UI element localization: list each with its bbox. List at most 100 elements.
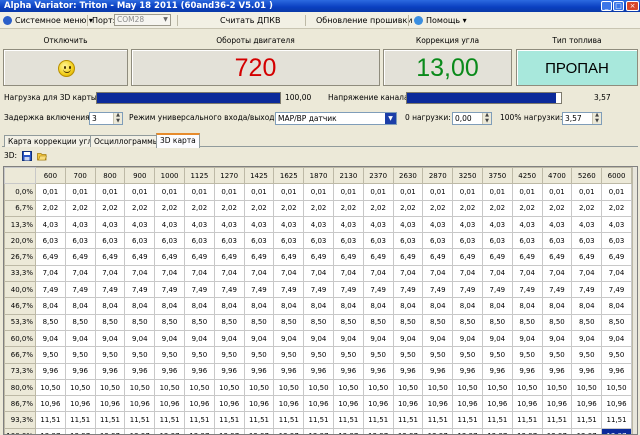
table-cell[interactable]: 6,49 xyxy=(273,248,305,266)
table-cell[interactable]: 9,96 xyxy=(362,362,394,380)
table-cell[interactable]: 8,04 xyxy=(422,297,454,315)
table-cell[interactable]: 9,96 xyxy=(511,362,543,380)
table-cell[interactable]: 9,96 xyxy=(571,362,603,380)
table-cell[interactable]: 9,04 xyxy=(571,329,603,348)
table-cell[interactable]: 8,04 xyxy=(332,297,364,315)
table-cell[interactable]: 9,50 xyxy=(422,346,454,364)
table-cell[interactable]: 7,04 xyxy=(273,264,305,283)
table-cell[interactable]: 0,01 xyxy=(452,183,483,201)
table-cell[interactable]: 4,03 xyxy=(243,215,275,234)
table-cell[interactable]: 4,03 xyxy=(273,215,305,234)
table-cell[interactable]: 8,50 xyxy=(35,313,66,331)
table-cell[interactable]: 10,96 xyxy=(243,395,275,413)
table-cell[interactable]: 8,04 xyxy=(183,297,215,315)
fuel-map-grid[interactable]: 600 700 800 900 1000 1125 1270 1425 1625 1870 2130… xyxy=(3,166,638,435)
table-cell[interactable]: 9,04 xyxy=(332,329,364,348)
table-cell[interactable]: 10,50 xyxy=(94,378,126,397)
table-cell[interactable]: 4,03 xyxy=(213,215,245,234)
table-cell[interactable]: 2,02 xyxy=(183,199,215,217)
table-cell[interactable]: 9,96 xyxy=(481,362,513,380)
table-cell[interactable]: 7,49 xyxy=(392,281,424,299)
table-cell[interactable]: 6,03 xyxy=(154,232,185,250)
table-cell[interactable]: 9,50 xyxy=(392,346,424,364)
table-cell[interactable]: 4,03 xyxy=(332,215,364,234)
table-cell[interactable]: 9,04 xyxy=(183,329,215,348)
table-cell[interactable]: 8,50 xyxy=(303,313,334,331)
table-cell[interactable]: 10,96 xyxy=(392,395,424,413)
table-cell[interactable]: 7,49 xyxy=(35,281,66,299)
table-cell[interactable]: 6,49 xyxy=(303,248,334,266)
spin-arrows-icon[interactable]: ▲ ▼ xyxy=(113,112,122,124)
table-cell[interactable]: 8,50 xyxy=(541,313,573,331)
table-cell[interactable]: 6,03 xyxy=(571,232,603,250)
tab-3d-map[interactable]: 3D карта xyxy=(156,133,200,148)
table-cell[interactable]: 9,50 xyxy=(213,346,245,364)
table-cell[interactable]: 8,04 xyxy=(511,297,543,315)
table-cell[interactable]: 10,96 xyxy=(541,395,573,413)
table-cell[interactable]: 0,01 xyxy=(183,183,215,201)
table-cell[interactable]: 12,97 xyxy=(273,427,305,434)
table-cell[interactable]: 11,51 xyxy=(481,411,513,429)
table-cell[interactable]: 7,04 xyxy=(94,264,126,283)
table-cell[interactable]: 8,04 xyxy=(273,297,305,315)
zero-load-stepper[interactable]: 0,00 ▲ ▼ xyxy=(452,112,492,125)
table-cell[interactable]: 6,49 xyxy=(392,248,424,266)
table-cell[interactable]: 0,01 xyxy=(481,183,513,201)
table-cell[interactable]: 10,96 xyxy=(183,395,215,413)
table-cell[interactable]: 0,01 xyxy=(422,183,454,201)
table-cell[interactable]: 10,50 xyxy=(392,378,424,397)
table-cell[interactable]: 10,50 xyxy=(362,378,394,397)
table-cell[interactable]: 7,49 xyxy=(154,281,185,299)
table-cell[interactable]: 9,04 xyxy=(154,329,185,348)
table-cell[interactable]: 9,50 xyxy=(571,346,603,364)
table-cell[interactable]: 9,04 xyxy=(213,329,245,348)
table-cell[interactable]: 4,03 xyxy=(452,215,483,234)
table-cell[interactable]: 7,04 xyxy=(332,264,364,283)
table-cell[interactable]: 6,03 xyxy=(511,232,543,250)
table-cell[interactable]: 10,50 xyxy=(243,378,275,397)
table-cell[interactable]: 11,51 xyxy=(601,411,632,429)
table-cell[interactable]: 9,50 xyxy=(481,346,513,364)
table-cell[interactable]: 11,51 xyxy=(362,411,394,429)
table-cell[interactable]: 11,51 xyxy=(541,411,573,429)
table-cell[interactable]: 7,49 xyxy=(183,281,215,299)
table-cell[interactable]: 7,04 xyxy=(422,264,454,283)
table-cell[interactable]: 6,49 xyxy=(362,248,394,266)
table-cell[interactable]: 8,04 xyxy=(452,297,483,315)
off-button[interactable] xyxy=(3,49,128,86)
table-cell[interactable]: 8,04 xyxy=(392,297,424,315)
table-cell[interactable]: 0,01 xyxy=(601,183,632,201)
table-cell[interactable]: 10,96 xyxy=(571,395,603,413)
table-cell[interactable]: 8,50 xyxy=(64,313,96,331)
table-cell[interactable]: 8,04 xyxy=(481,297,513,315)
table-cell[interactable]: 7,49 xyxy=(213,281,245,299)
table-cell[interactable]: 9,04 xyxy=(273,329,305,348)
table-cell[interactable]: 10,96 xyxy=(213,395,245,413)
table-cell[interactable]: 8,04 xyxy=(362,297,394,315)
table-cell[interactable]: 9,96 xyxy=(392,362,424,380)
tab-oscillograms[interactable]: Осциллограммы xyxy=(90,135,163,147)
table-cell[interactable]: 2,02 xyxy=(154,199,185,217)
table-cell[interactable]: 6,49 xyxy=(511,248,543,266)
table-cell[interactable]: 12,97 xyxy=(183,427,215,434)
table-cell[interactable]: 12,97 xyxy=(481,427,513,434)
table-cell[interactable]: 8,50 xyxy=(243,313,275,331)
table-cell[interactable]: 11,51 xyxy=(571,411,603,429)
table-cell[interactable]: 4,03 xyxy=(94,215,126,234)
table-cell[interactable]: 9,96 xyxy=(601,362,632,380)
table-cell[interactable]: 7,04 xyxy=(213,264,245,283)
table-cell[interactable]: 10,50 xyxy=(481,378,513,397)
table-cell[interactable]: 6,03 xyxy=(392,232,424,250)
table-cell[interactable]: 0,01 xyxy=(94,183,126,201)
system-menu[interactable]: Системное меню ▾ xyxy=(3,12,93,29)
table-cell[interactable]: 6,03 xyxy=(124,232,156,250)
table-cell[interactable]: 12,97 xyxy=(243,427,275,434)
table-cell[interactable]: 6,49 xyxy=(601,248,632,266)
table-cell[interactable]: 7,04 xyxy=(243,264,275,283)
table-cell[interactable]: 6,03 xyxy=(541,232,573,250)
table-cell[interactable]: 9,96 xyxy=(64,362,96,380)
table-cell[interactable]: 12,97 xyxy=(541,427,573,434)
vertical-scrollbar[interactable] xyxy=(632,167,637,434)
table-cell[interactable]: 10,96 xyxy=(481,395,513,413)
table-cell[interactable]: 10,96 xyxy=(154,395,185,413)
